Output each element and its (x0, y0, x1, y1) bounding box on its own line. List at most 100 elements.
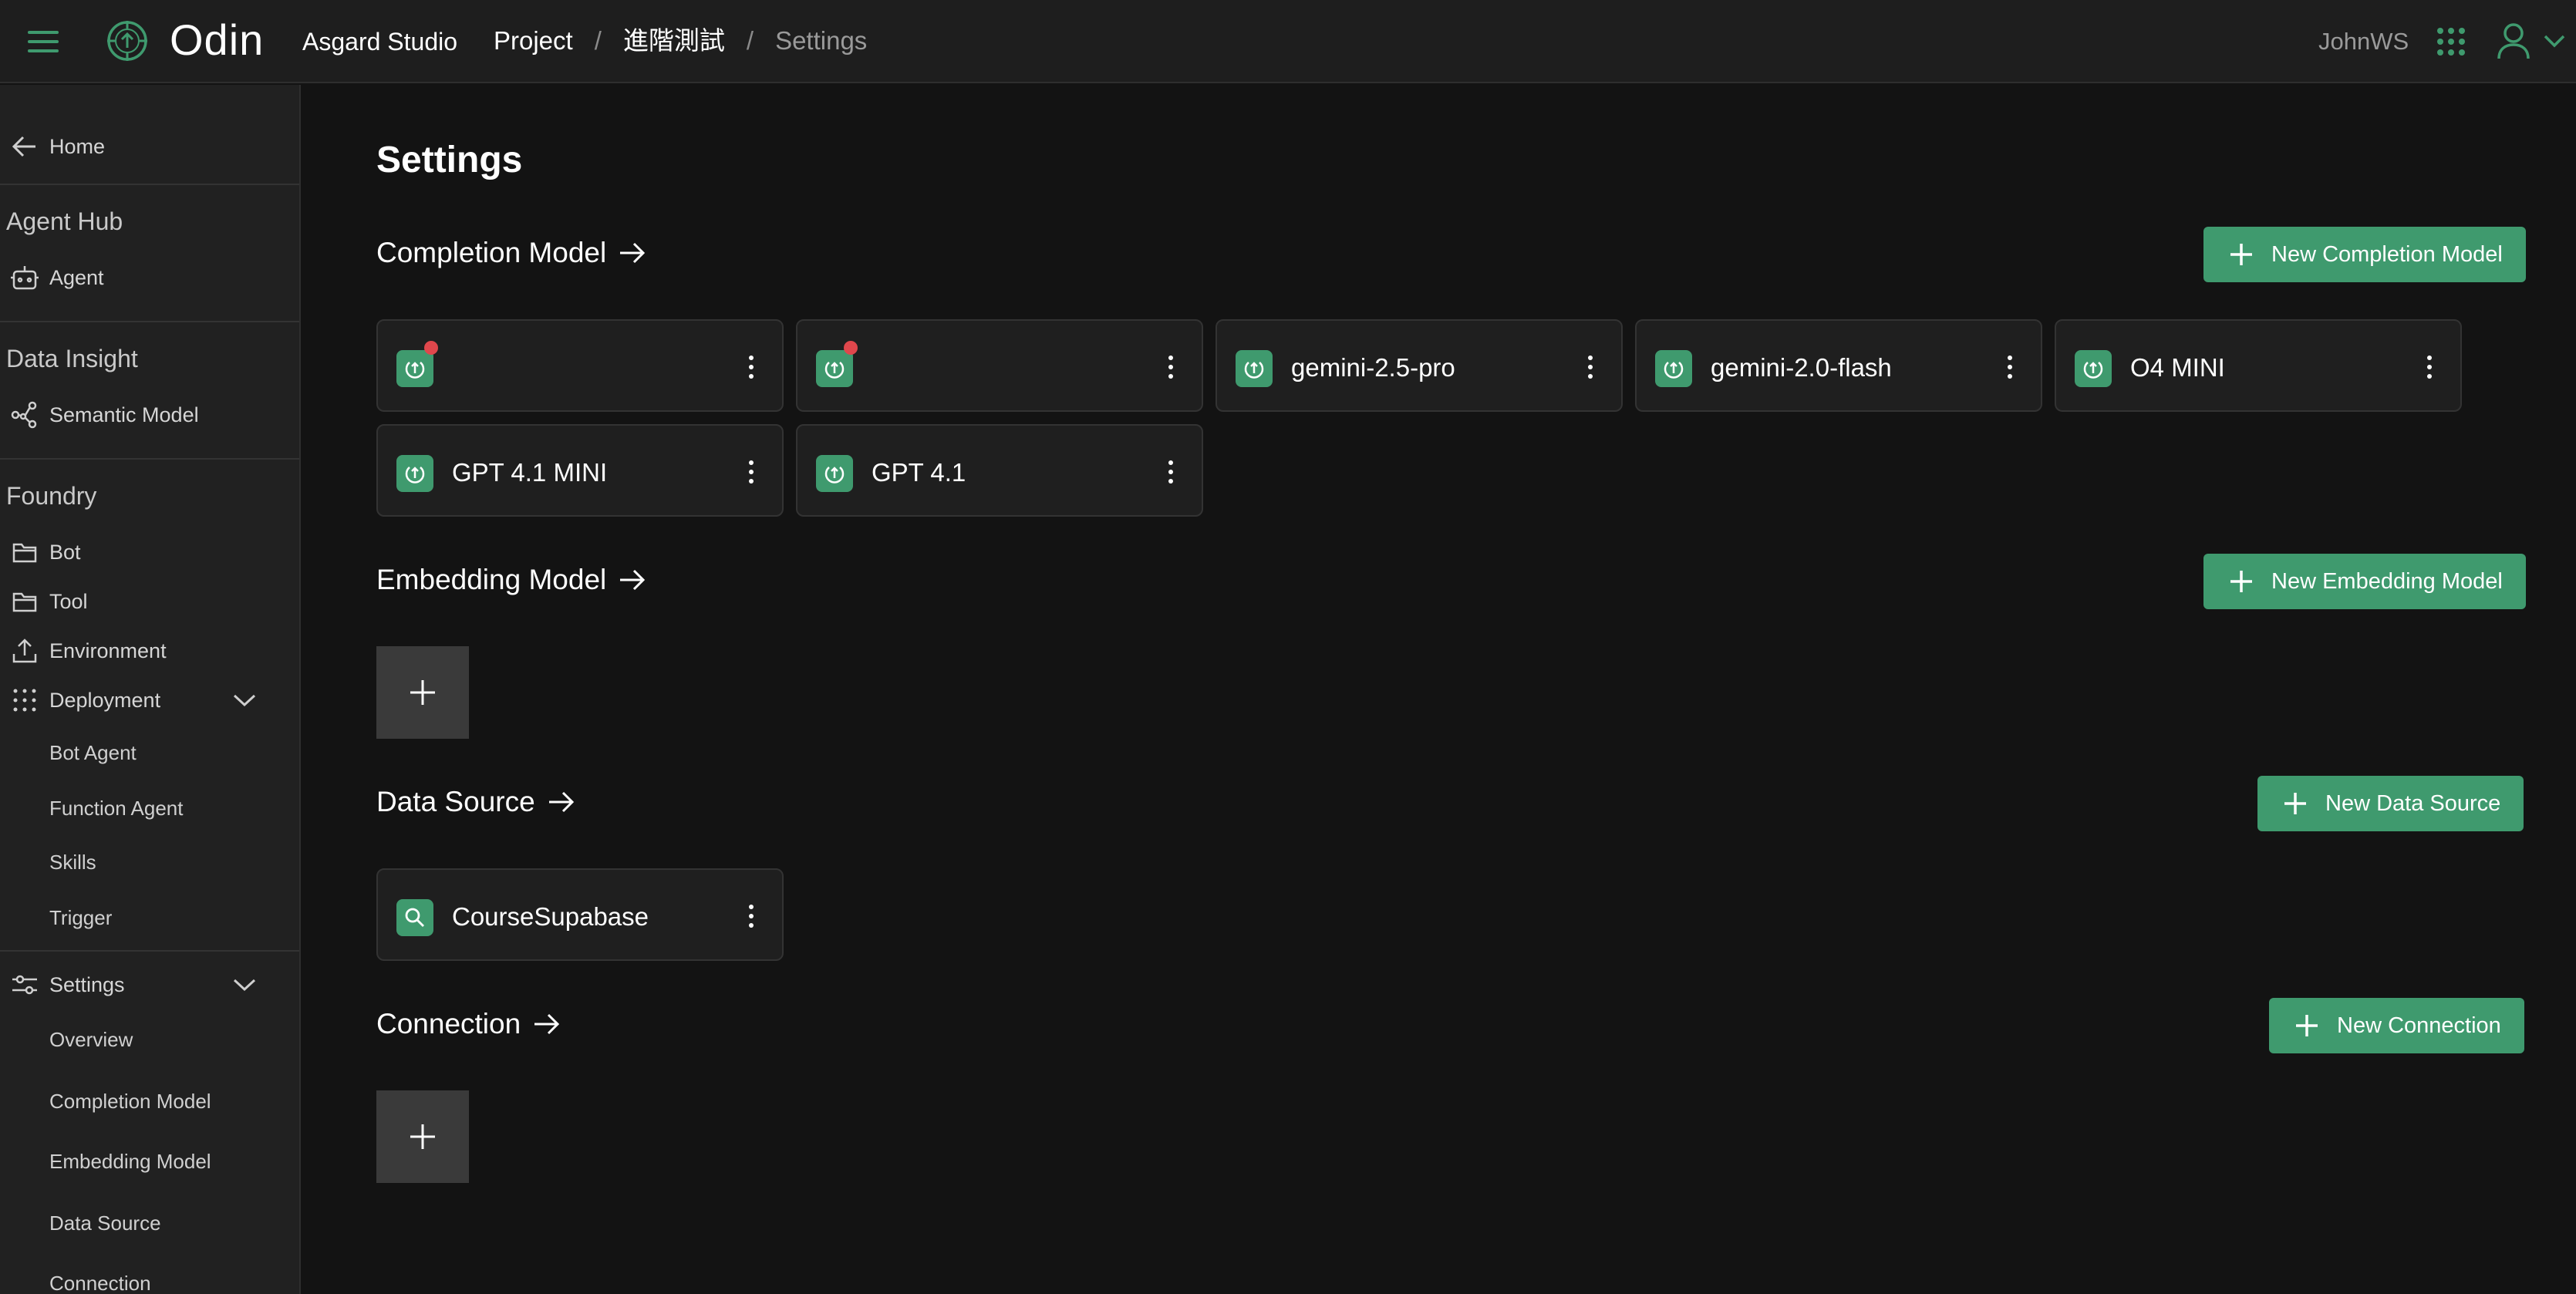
sidebar-item-home[interactable]: Home (0, 130, 299, 163)
model-icon (816, 455, 853, 492)
section-title-label: Data Source (376, 786, 535, 817)
breadcrumb-project-name[interactable]: 進階測試 (623, 26, 725, 56)
sidebar-subitem-trigger[interactable]: Trigger (0, 896, 299, 939)
sidebar-subitem-bot-agent[interactable]: Bot Agent (0, 731, 299, 774)
sidebar-subitem-connection[interactable]: Connection (0, 1262, 299, 1294)
sidebar-item-agent[interactable]: Agent (0, 261, 299, 295)
divider (0, 321, 299, 322)
new-completion-model-button[interactable]: New Completion Model (2203, 227, 2526, 282)
robot-icon (9, 262, 40, 293)
graph-nodes-icon (9, 399, 40, 430)
section-title-connection[interactable]: Connection (376, 1007, 562, 1041)
chevron-down-icon[interactable] (231, 691, 258, 709)
add-connection-tile[interactable] (376, 1090, 469, 1183)
sidebar-item-label: Trigger (49, 906, 113, 929)
more-vertical-icon[interactable] (743, 458, 759, 486)
plus-icon (2230, 571, 2252, 592)
model-icon (2075, 350, 2112, 387)
sidebar-item-settings[interactable]: Settings (0, 965, 299, 1004)
model-card[interactable]: gemini-2.5-pro (1216, 319, 1623, 412)
model-card[interactable] (796, 319, 1203, 412)
sidebar-item-label: Home (49, 135, 106, 158)
breadcrumb-project[interactable]: Project (494, 26, 573, 56)
new-data-source-button[interactable]: New Data Source (2257, 776, 2524, 831)
sidebar-item-label: Deployment (49, 689, 161, 712)
sidebar-subitem-overview[interactable]: Overview (0, 1018, 299, 1061)
model-card[interactable]: O4 MINI (2055, 319, 2462, 412)
section-title-label: Completion Model (376, 237, 607, 268)
more-vertical-icon[interactable] (2422, 353, 2437, 381)
section-title-label: Embedding Model (376, 564, 607, 595)
sidebar-subitem-completion-model[interactable]: Completion Model (0, 1080, 299, 1123)
sidebar-item-label: Tool (49, 590, 88, 613)
data-source-card[interactable]: CourseSupabase (376, 868, 784, 961)
arrow-right-icon (620, 569, 646, 591)
user-avatar-icon[interactable] (2496, 22, 2531, 60)
breadcrumb-current: Settings (775, 26, 868, 55)
sidebar-item-label: Bot (49, 541, 81, 564)
add-embedding-model-tile[interactable] (376, 646, 469, 739)
menu-icon[interactable] (26, 26, 60, 57)
section-title-completion-model[interactable]: Completion Model (376, 236, 648, 270)
new-connection-button[interactable]: New Connection (2269, 998, 2524, 1053)
more-vertical-icon[interactable] (1583, 353, 1598, 381)
apps-grid-icon[interactable] (2436, 26, 2466, 57)
plus-icon (2230, 244, 2252, 265)
top-bar: Odin Asgard Studio Project / 進階測試 / Sett… (0, 0, 2576, 83)
alert-dot (424, 341, 438, 355)
model-card[interactable] (376, 319, 784, 412)
chevron-down-icon[interactable] (231, 976, 258, 994)
sidebar-item-label: Bot Agent (49, 741, 137, 764)
model-icon (1236, 350, 1273, 387)
sidebar-subitem-skills[interactable]: Skills (0, 841, 299, 884)
group-title-data-insight: Data Insight (6, 345, 138, 372)
model-icon (1655, 350, 1692, 387)
model-card[interactable]: GPT 4.1 (796, 424, 1203, 517)
page-title: Settings (376, 140, 523, 180)
more-vertical-icon[interactable] (1163, 458, 1178, 486)
arrow-left-icon (9, 131, 40, 162)
sidebar-item-label: Completion Model (49, 1090, 211, 1113)
sidebar-item-label: Semantic Model (49, 403, 199, 426)
sidebar-item-label: Connection (49, 1272, 151, 1294)
new-embedding-model-button[interactable]: New Embedding Model (2203, 554, 2526, 609)
divider (0, 458, 299, 460)
grid-dots-icon (9, 685, 40, 716)
more-vertical-icon[interactable] (743, 353, 759, 381)
more-vertical-icon[interactable] (743, 902, 759, 930)
group-title-foundry: Foundry (6, 482, 97, 510)
section-title-data-source[interactable]: Data Source (376, 785, 577, 819)
button-label: New Embedding Model (2271, 569, 2503, 594)
more-vertical-icon[interactable] (2002, 353, 2018, 381)
odin-logo-icon[interactable] (105, 19, 150, 63)
section-title-embedding-model[interactable]: Embedding Model (376, 563, 648, 597)
alert-dot (844, 341, 858, 355)
more-vertical-icon[interactable] (1163, 353, 1178, 381)
model-name: gemini-2.5-pro (1291, 353, 1455, 382)
sidebar-item-label: Environment (49, 639, 167, 662)
sidebar-item-semantic-model[interactable]: Semantic Model (0, 398, 299, 432)
model-name: GPT 4.1 (872, 458, 966, 487)
model-card[interactable]: gemini-2.0-flash (1635, 319, 2042, 412)
sidebar-subitem-embedding-model[interactable]: Embedding Model (0, 1140, 299, 1183)
plus-icon (2296, 1015, 2318, 1036)
sidebar-subitem-data-source[interactable]: Data Source (0, 1201, 299, 1245)
model-card[interactable]: GPT 4.1 MINI (376, 424, 784, 517)
sidebar-item-tool[interactable]: Tool (0, 585, 299, 618)
sidebar-subitem-function-agent[interactable]: Function Agent (0, 787, 299, 830)
model-name: O4 MINI (2130, 353, 2225, 382)
plus-icon (2284, 793, 2306, 814)
section-title-label: Connection (376, 1008, 521, 1040)
model-icon (396, 350, 433, 387)
model-name: GPT 4.1 MINI (452, 458, 608, 487)
sidebar-item-bot[interactable]: Bot (0, 535, 299, 569)
folder-icon (9, 537, 40, 568)
group-title-agent-hub: Agent Hub (6, 207, 123, 235)
sidebar-item-environment[interactable]: Environment (0, 634, 299, 668)
sidebar-item-deployment[interactable]: Deployment (0, 683, 299, 717)
model-name: gemini-2.0-flash (1711, 353, 1892, 382)
chevron-down-icon[interactable] (2542, 31, 2567, 51)
search-icon (396, 899, 433, 936)
app-name[interactable]: Odin (170, 17, 264, 63)
studio-name[interactable]: Asgard Studio (302, 28, 457, 56)
